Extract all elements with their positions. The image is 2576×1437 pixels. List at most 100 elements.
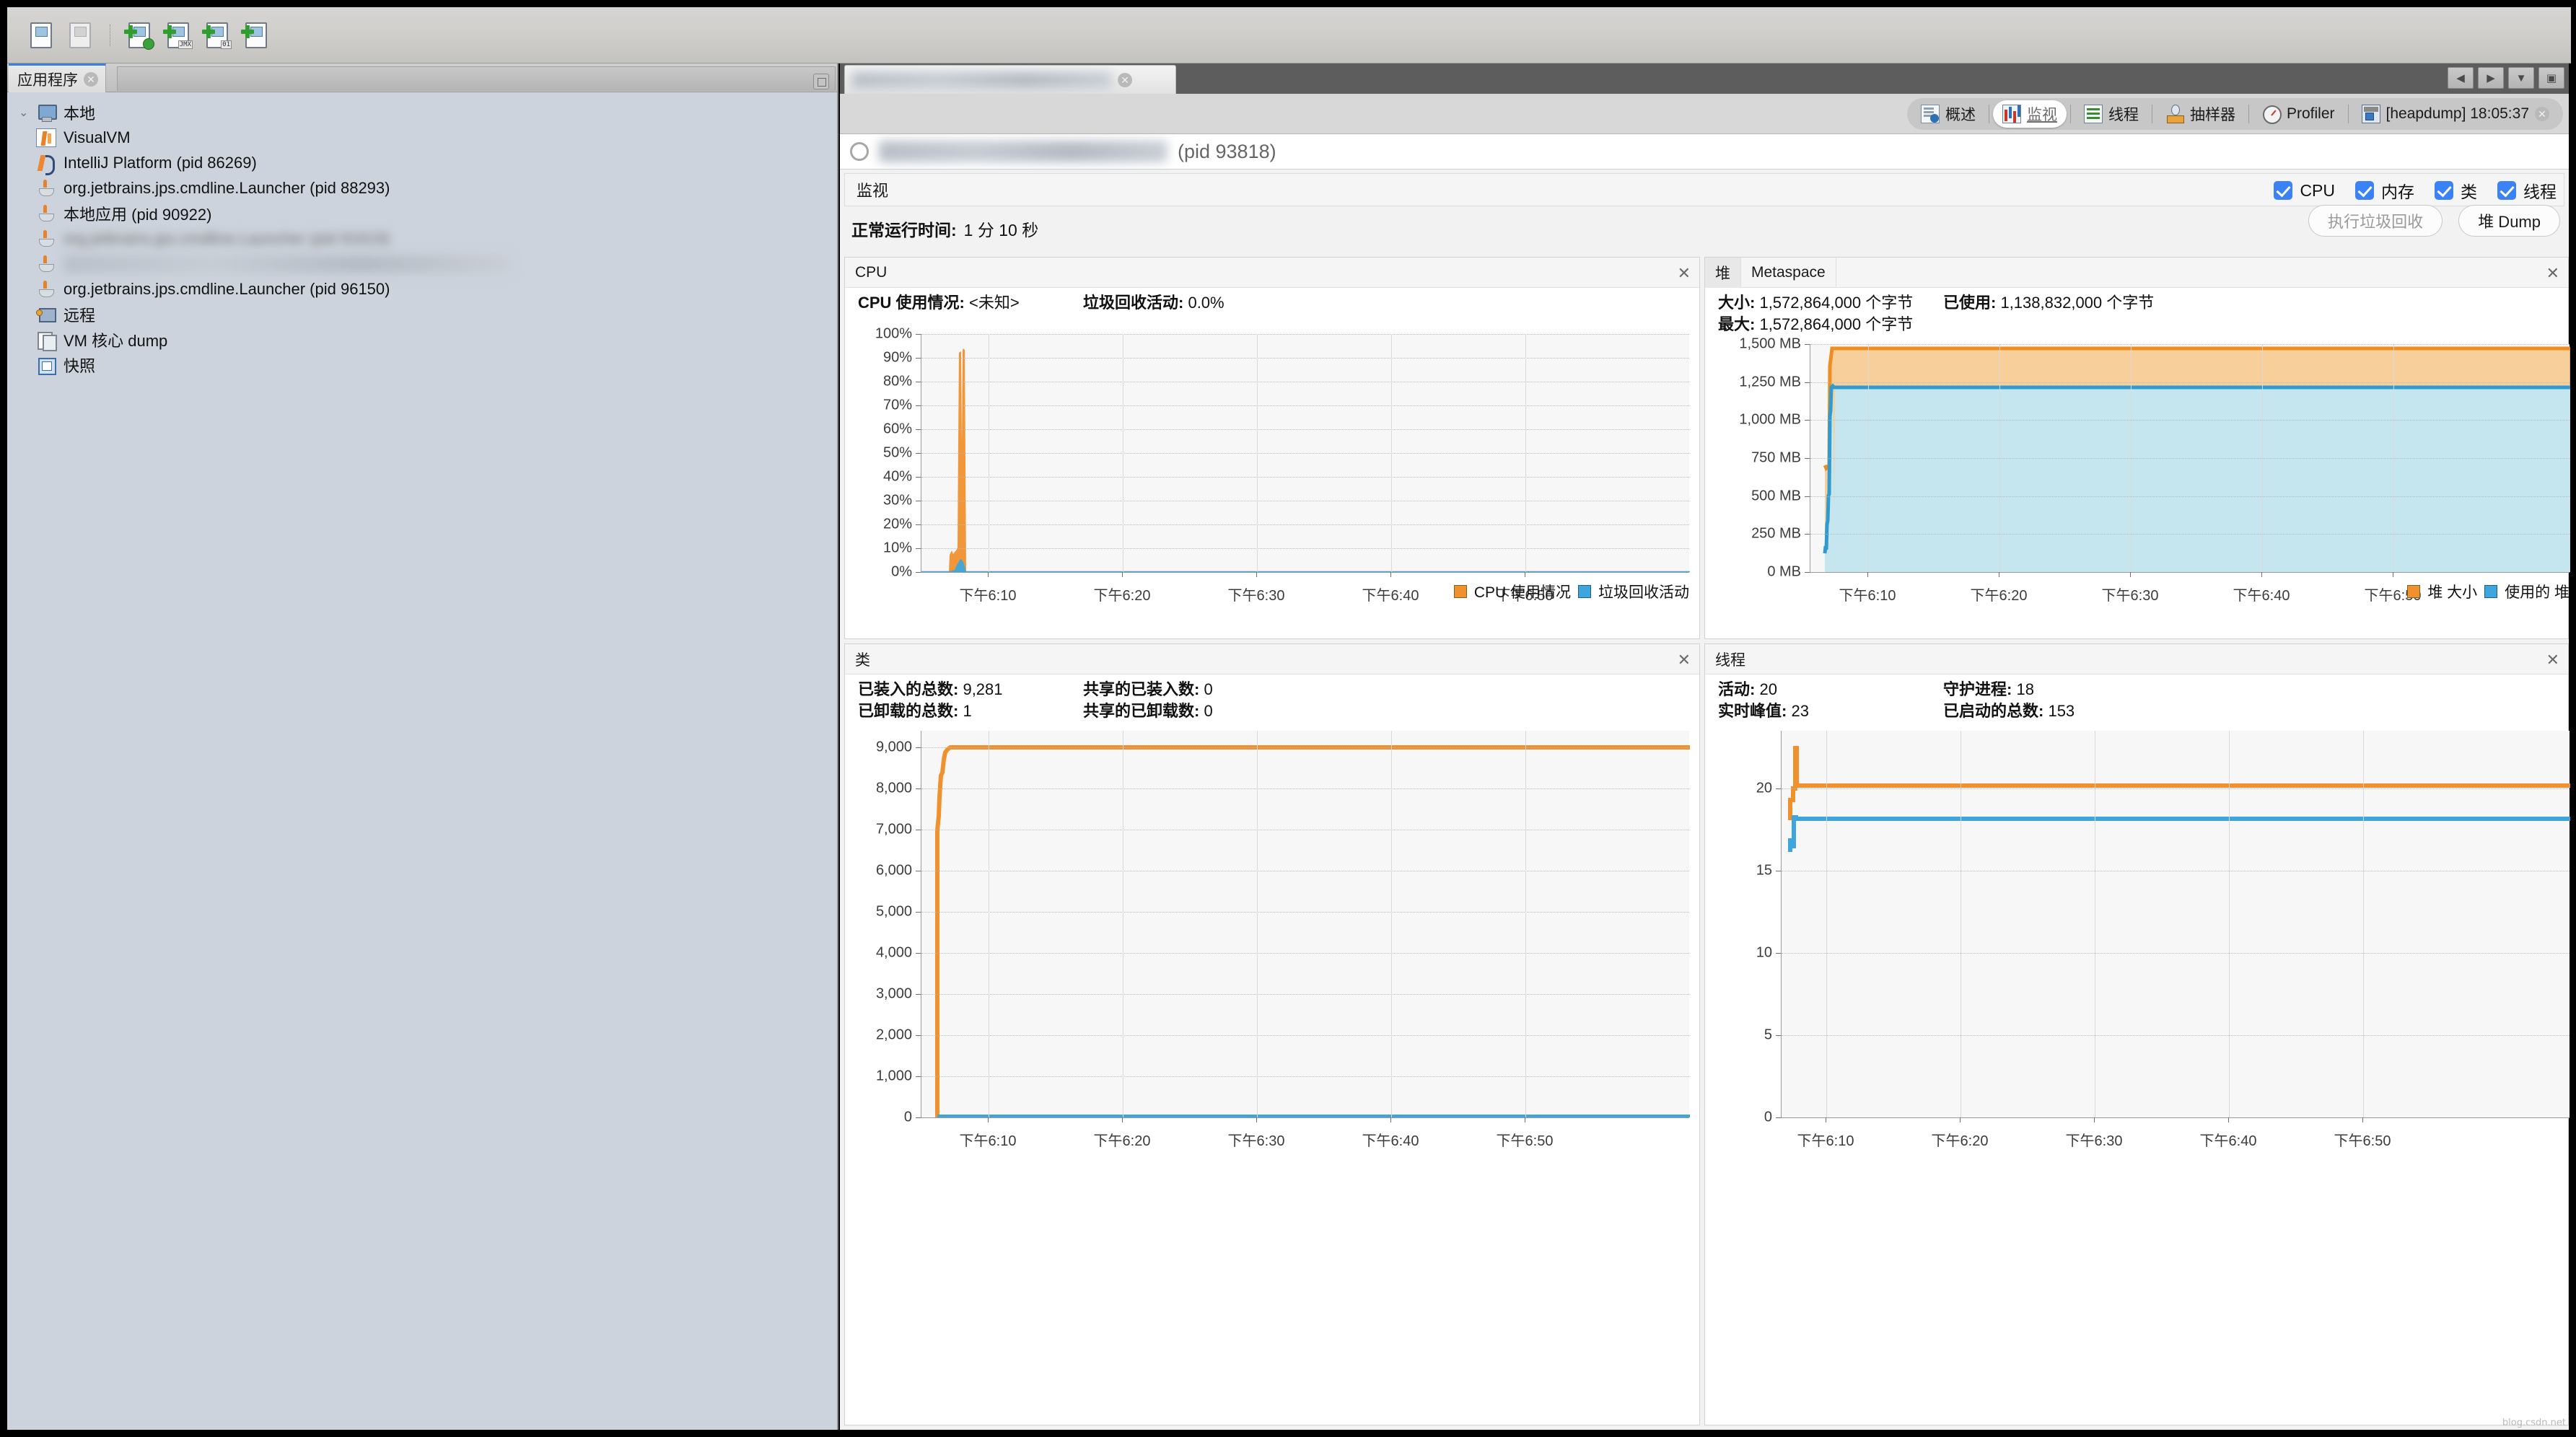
close-icon[interactable]: ✕	[1678, 651, 1691, 669]
metaspace-tab[interactable]: Metaspace	[1741, 257, 1836, 288]
checkmark-icon[interactable]	[2355, 181, 2374, 200]
tree-item[interactable]: 快照	[7, 352, 837, 377]
y-axis-tick-label: 80%	[882, 373, 912, 390]
y-axis-tick	[1776, 788, 1781, 789]
view-tabs[interactable]: 概述 监视 线程 抽样器 Profiler [heapdump] 18:05:37 ✕	[1906, 97, 2563, 130]
close-icon[interactable]: ✕	[2546, 264, 2559, 283]
legend-label: 使用的 堆	[2505, 584, 2570, 601]
x-axis-tick	[1256, 1117, 1257, 1122]
tab-list-dropdown-button[interactable]: ▼	[2508, 67, 2534, 89]
close-icon[interactable]: ✕	[1118, 72, 1132, 87]
scroll-right-button[interactable]: ▶	[2478, 67, 2504, 89]
toolbar-separator	[110, 24, 111, 46]
metric-checkboxes[interactable]: CPU 内存 类 线程	[2274, 174, 2557, 207]
y-axis-tick-label: 0%	[891, 563, 912, 580]
applications-tree[interactable]: ⌄ 本地 VisualVM IntelliJ Platform (pid 86269)…	[7, 92, 837, 1430]
x-axis-tick-label: 下午6:30	[1227, 1133, 1285, 1149]
tree-item[interactable]: 本地应用 (pid 90922)	[7, 201, 837, 226]
add-jmx-connection-button[interactable]: JMX	[163, 19, 195, 51]
close-icon[interactable]: ✕	[84, 71, 98, 87]
x-axis-tick	[2261, 572, 2262, 577]
gridline	[1782, 1034, 2570, 1036]
gridline	[921, 334, 1689, 335]
checkmark-icon[interactable]	[2497, 181, 2516, 200]
save-snapshot-button[interactable]	[65, 19, 97, 51]
vertical-gridline	[1868, 344, 1869, 572]
close-icon[interactable]: ✕	[1678, 264, 1691, 283]
checkmark-icon[interactable]	[2274, 181, 2293, 200]
heap-chart[interactable]: 0 MB 250 MB 500 MB 750 MB 1,000 MB 1,250 MB 1,…	[1705, 336, 2570, 640]
heap-legend: 堆 大小 使用的 堆	[2407, 581, 2570, 602]
add-vm-coredump-button[interactable]: 01	[202, 19, 234, 51]
tree-item-label: 远程	[63, 306, 96, 325]
tab-label: 概述	[1945, 106, 1976, 123]
maximize-button[interactable]: ▣	[2538, 67, 2564, 89]
tab-抽样器[interactable]: 抽样器	[2156, 100, 2245, 128]
checkmark-icon[interactable]	[2435, 181, 2453, 200]
tree-item[interactable]: org.jetbrains.jps.cmdline.Launcher (pid …	[7, 276, 837, 302]
scroll-left-button[interactable]: ◀	[2448, 67, 2474, 89]
heap-dump-button[interactable]: 堆 Dump	[2458, 205, 2560, 237]
vertical-gridline	[2229, 731, 2230, 1117]
heap-tab[interactable]: 堆	[1705, 257, 1741, 288]
tab-label: 线程	[2108, 106, 2139, 123]
tree-item[interactable]: org.jetbrains.jps.cmdline.Launcher (pid …	[7, 175, 837, 201]
checkbox-类[interactable]: 类	[2435, 178, 2477, 203]
document-tab-application[interactable]: ✕	[844, 65, 1176, 94]
open-snapshot-button[interactable]	[26, 19, 58, 51]
close-icon[interactable]: ✕	[2546, 651, 2559, 669]
minimize-window-icon[interactable]	[813, 74, 829, 89]
tree-item[interactable]: VisualVM	[7, 125, 837, 150]
classes-chart[interactable]: 0 1,000 2,000 3,000 4,000 5,000 6,000 7,000 8,00…	[845, 725, 1701, 1426]
tree-item[interactable]: org.jetbrains.jps.cmdline.Launcher (pid …	[7, 226, 837, 251]
gridline	[921, 994, 1689, 996]
x-axis-tick-label: 下午6:40	[2199, 1133, 2257, 1149]
y-axis-tick	[916, 429, 921, 430]
tab-applications[interactable]: 应用程序 ✕	[9, 63, 106, 92]
x-axis-tick	[988, 572, 989, 577]
cpu-panel-header: CPU ✕	[845, 258, 1699, 288]
jmx-label-icon: JMX	[178, 40, 193, 49]
checkbox-CPU[interactable]: CPU	[2274, 181, 2335, 201]
close-icon[interactable]: ✕	[2535, 106, 2549, 121]
x-axis-tick	[2362, 1117, 2363, 1122]
y-axis-tick-label: 4,000	[875, 944, 912, 961]
visualvm-icon	[36, 128, 56, 147]
cpu-panel: CPU ✕ CPU 使用情况: <未知> 垃圾回收活动: 0.0% 0% 10%	[844, 257, 1700, 639]
java-icon	[36, 229, 56, 248]
heap-max-stat: 最大: 1,572,864,000 个字节	[1718, 315, 1914, 333]
perform-gc-button[interactable]: 执行垃圾回收	[2308, 205, 2443, 237]
threads-chart[interactable]: 0 5 10 15 20 下午6:10 下午6:20 下午6:30 下午6:40 下午6:50	[1705, 725, 2570, 1426]
y-axis-tick	[916, 405, 921, 406]
java-icon	[36, 204, 56, 223]
tab-线程[interactable]: 线程	[2075, 100, 2148, 128]
tree-item[interactable]: 远程	[7, 302, 837, 327]
expand-chevron-icon[interactable]: ⌄	[19, 105, 36, 120]
tab-监视[interactable]: 监视	[1992, 100, 2067, 128]
legend-label: 垃圾回收活动	[1598, 584, 1689, 601]
tree-item[interactable]: IntelliJ Platform (pid 86269)	[7, 150, 837, 175]
tab-heapdump180537[interactable]: [heapdump] 18:05:37 ✕	[2352, 100, 2559, 128]
x-axis-tick	[2094, 1117, 2095, 1122]
legend-swatch	[2484, 585, 2498, 598]
tree-item[interactable]: VM 核心 dump	[7, 327, 837, 352]
cpu-chart[interactable]: 0% 10% 20% 30% 40% 50% 60% 70% 80% 90% 100% 下午6:10…	[845, 326, 1701, 640]
y-axis-tick-label: 7,000	[875, 821, 912, 838]
application-pid: (pid 93818)	[1178, 140, 1276, 162]
tree-item[interactable]	[7, 251, 837, 276]
add-snapshot-button[interactable]	[241, 19, 273, 51]
tab-概述[interactable]: 概述	[1911, 100, 1985, 128]
gridline	[1810, 534, 2570, 535]
tree-item-label: org.jetbrains.jps.cmdline.Launcher (pid …	[63, 279, 390, 298]
x-axis-tick-label: 下午6:20	[1931, 1133, 1989, 1149]
y-axis-tick-label: 3,000	[875, 985, 912, 1002]
add-remote-host-button[interactable]	[124, 19, 156, 51]
vertical-gridline	[2131, 344, 2132, 572]
document-tabstrip: ✕ ◀ ▶ ▼ ▣	[840, 63, 2569, 94]
vertical-gridline	[1999, 344, 2000, 572]
y-axis-tick-label: 20	[1756, 780, 1772, 796]
tab-Profiler[interactable]: Profiler	[2253, 100, 2344, 128]
checkbox-内存[interactable]: 内存	[2355, 178, 2414, 203]
checkbox-线程[interactable]: 线程	[2497, 178, 2557, 203]
tree-item[interactable]: ⌄ 本地	[7, 100, 837, 125]
